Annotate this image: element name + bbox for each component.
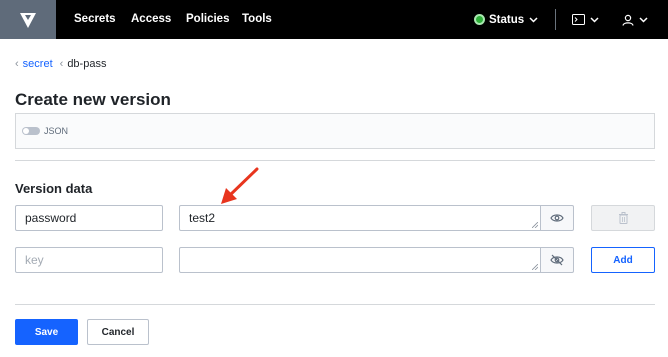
- new-key-input[interactable]: key: [15, 247, 163, 273]
- save-button[interactable]: Save: [15, 319, 78, 345]
- page-title: Create new version: [15, 90, 171, 109]
- value-textarea[interactable]: test2: [179, 205, 541, 231]
- chevron-down-icon: [590, 16, 599, 23]
- top-nav: Secrets Access Policies Tools Status: [0, 0, 668, 39]
- breadcrumb-link-secret[interactable]: secret: [23, 58, 53, 70]
- resize-grip-icon[interactable]: [532, 264, 538, 270]
- nav-link-secrets[interactable]: Secrets: [74, 0, 116, 39]
- divider: [15, 304, 655, 305]
- nav-link-policies[interactable]: Policies: [186, 0, 229, 39]
- cancel-button[interactable]: Cancel: [87, 319, 149, 345]
- json-toggle-label: JSON: [44, 126, 69, 136]
- vault-logo-icon[interactable]: [0, 0, 56, 39]
- user-icon: [622, 14, 634, 26]
- annotation-arrow-icon: [221, 167, 259, 204]
- new-key-placeholder: key: [25, 253, 44, 267]
- console-menu-button[interactable]: [572, 0, 599, 39]
- breadcrumb: ‹ secret ‹ db-pass: [15, 58, 106, 70]
- new-value-textarea[interactable]: [179, 247, 541, 273]
- divider: [15, 160, 655, 161]
- hide-value-button[interactable]: [541, 247, 574, 273]
- breadcrumb-current: db-pass: [67, 58, 107, 70]
- eye-off-icon: [550, 254, 564, 266]
- trash-icon: [618, 212, 628, 224]
- eye-icon: [550, 214, 564, 222]
- status-label: Status: [489, 13, 525, 26]
- status-indicator-icon: [474, 14, 485, 25]
- add-row-button[interactable]: Add: [591, 247, 655, 273]
- show-value-button[interactable]: [541, 205, 574, 231]
- value-text: test2: [189, 211, 216, 225]
- chevron-down-icon: [529, 16, 538, 23]
- user-menu-button[interactable]: [622, 0, 648, 39]
- chevron-left-icon: ‹: [15, 58, 19, 70]
- nav-link-access[interactable]: Access: [131, 0, 171, 39]
- nav-divider: [555, 9, 556, 30]
- resize-grip-icon[interactable]: [532, 222, 538, 228]
- terminal-icon: [572, 14, 585, 25]
- nav-link-tools[interactable]: Tools: [242, 0, 272, 39]
- delete-row-button[interactable]: [591, 205, 655, 231]
- chevron-left-icon: ‹: [59, 58, 64, 70]
- version-data-title: Version data: [15, 181, 93, 196]
- key-input[interactable]: password: [15, 205, 163, 231]
- chevron-down-icon: [639, 16, 648, 23]
- json-toggle-switch[interactable]: [22, 127, 40, 135]
- json-toggle-bar: JSON: [15, 113, 655, 149]
- status-menu[interactable]: Status: [474, 0, 538, 39]
